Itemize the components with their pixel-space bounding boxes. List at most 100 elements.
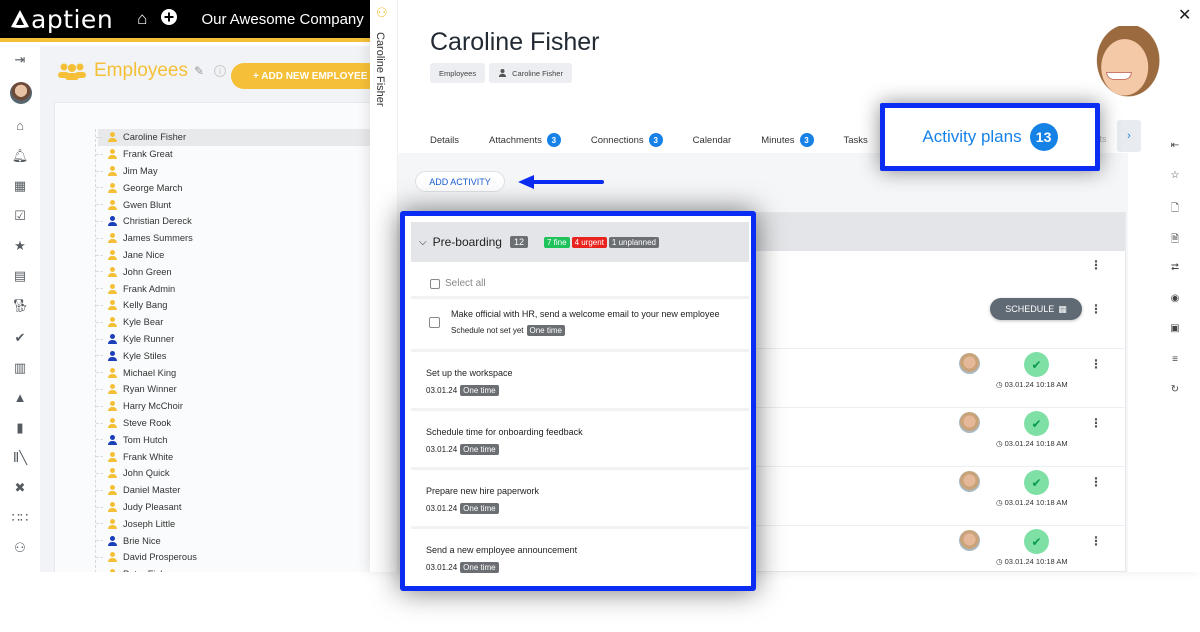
breadcrumb-employees[interactable]: Employees: [430, 63, 486, 83]
tab-calendar[interactable]: Calendar: [693, 135, 732, 146]
employee-list-item[interactable]: Ryan Winner: [96, 381, 370, 398]
person-icon: [108, 182, 117, 193]
employee-list-item[interactable]: George March: [96, 179, 370, 196]
more-vertical-icon[interactable]: ⋮: [1090, 303, 1102, 315]
add-circle-icon[interactable]: [161, 8, 178, 30]
vertical-tab[interactable]: ⚇ Caroline Fisher: [370, 0, 398, 572]
close-icon[interactable]: ✕: [1178, 5, 1191, 25]
employee-list-item[interactable]: Gwen Blunt: [96, 196, 370, 213]
tab-minutes[interactable]: Minutes 3: [761, 133, 814, 147]
activity-item[interactable]: Send a new employee announcement 03.01.24…: [411, 526, 749, 585]
employee-list-item[interactable]: Judy Pleasant: [96, 499, 370, 516]
tab-details[interactable]: Details: [430, 135, 459, 146]
clipboard-check-icon[interactable]: ☑: [0, 208, 40, 224]
home-icon[interactable]: ⌂: [0, 118, 40, 133]
employee-list-item[interactable]: Jim May: [96, 163, 370, 180]
add-new-employee-button[interactable]: + ADD NEW EMPLOYEE: [231, 63, 370, 89]
activity-item[interactable]: Prepare new hire paperwork 03.01.24 One ti…: [411, 467, 749, 526]
star-icon[interactable]: ★: [0, 238, 40, 254]
pencil-icon[interactable]: ✎: [194, 64, 204, 78]
eye-icon[interactable]: ◉: [1158, 293, 1192, 304]
grid-dots-icon[interactable]: ∷∷: [0, 510, 40, 526]
info-icon[interactable]: i: [214, 65, 227, 77]
employee-list-item[interactable]: Kelly Bang: [96, 297, 370, 314]
completed-check-icon[interactable]: ✔: [1024, 352, 1049, 377]
employee-list-item[interactable]: Frank White: [96, 448, 370, 465]
more-vertical-icon[interactable]: ⋮: [1090, 535, 1102, 547]
employee-list-item[interactable]: Kyle Runner: [96, 331, 370, 348]
employee-list-item[interactable]: John Green: [96, 263, 370, 280]
select-all-checkbox[interactable]: Select all: [430, 278, 486, 289]
bell-icon[interactable]: 🔔︎: [0, 148, 40, 164]
employee-list-item[interactable]: Michael King: [96, 364, 370, 381]
item-checkbox[interactable]: [429, 317, 440, 328]
schedule-button[interactable]: SCHEDULE ▦: [990, 298, 1082, 320]
completed-check-icon[interactable]: ✔: [1024, 529, 1049, 554]
tab-tasks[interactable]: Tasks: [844, 135, 868, 146]
tab-connections[interactable]: Connections 3: [591, 133, 663, 147]
completed-check-icon[interactable]: ✔: [1024, 411, 1049, 436]
more-vertical-icon[interactable]: ⋮: [1090, 358, 1102, 370]
employee-list-item[interactable]: Kyle Stiles: [96, 347, 370, 364]
more-vertical-icon[interactable]: ⋮: [1090, 417, 1102, 429]
employee-list-item[interactable]: Joseph Little: [96, 515, 370, 532]
sliders-icon[interactable]: ≡: [1158, 354, 1192, 365]
employee-list-item[interactable]: Daniel Master: [96, 482, 370, 499]
employee-list-item[interactable]: Brie Nice: [96, 532, 370, 549]
employee-list-item[interactable]: Frank Great: [96, 146, 370, 163]
activity-item[interactable]: Make official with HR, send a welcome em…: [411, 296, 749, 349]
user-avatar[interactable]: [10, 82, 32, 104]
tab-attachments[interactable]: Attachments 3: [489, 133, 561, 147]
activity-item[interactable]: Set up the workspace 03.01.24 One time: [411, 349, 749, 408]
employee-list-item[interactable]: Harry McChoir: [96, 398, 370, 415]
file-icon[interactable]: 🗎︎: [1158, 232, 1192, 249]
employee-list-item[interactable]: Caroline Fisher: [96, 129, 370, 146]
history-icon[interactable]: ↻: [1158, 384, 1192, 395]
profile-photo[interactable]: [1080, 26, 1166, 112]
activity-item[interactable]: Schedule time for onboarding feedback 03.…: [411, 408, 749, 467]
calendar-icon[interactable]: ▦: [0, 178, 40, 194]
team-icon[interactable]: ⚇: [0, 540, 40, 556]
file-add-icon[interactable]: 🗋︎: [1158, 201, 1192, 218]
clipboard-icon[interactable]: ▮: [0, 420, 40, 436]
document-icon[interactable]: ▤: [0, 268, 40, 284]
assignee-avatar[interactable]: [959, 471, 980, 492]
books-icon[interactable]: Ⅱ╲: [0, 450, 40, 466]
dog-icon[interactable]: 🐕︎: [0, 298, 40, 314]
home-icon[interactable]: ⌂: [137, 9, 147, 29]
assignee-avatar[interactable]: [959, 353, 980, 374]
checkbox[interactable]: [430, 278, 440, 289]
logo[interactable]: aptien: [10, 5, 113, 34]
share-icon[interactable]: ⮂: [1158, 262, 1192, 273]
employee-list-item[interactable]: Tom Hutch: [96, 431, 370, 448]
add-activity-button[interactable]: ADD ACTIVITY: [415, 171, 505, 192]
employee-list-item[interactable]: David Prosperous: [96, 549, 370, 566]
completed-check-icon[interactable]: ✔: [1024, 470, 1049, 495]
employee-list-item[interactable]: John Quick: [96, 465, 370, 482]
employee-name: Michael King: [123, 367, 177, 378]
company-name[interactable]: Our Awesome Company: [201, 11, 363, 28]
chevron-down-icon[interactable]: ⌵: [419, 237, 427, 248]
more-vertical-icon[interactable]: ⋮: [1090, 476, 1102, 488]
assignee-avatar[interactable]: [959, 530, 980, 551]
person-icon[interactable]: ▲: [0, 390, 40, 405]
collapse-arrow-icon[interactable]: ⇥: [0, 52, 40, 68]
employee-list-item[interactable]: Steve Rook: [96, 415, 370, 432]
network-icon[interactable]: ✖: [0, 480, 40, 496]
check-circle-icon[interactable]: ✔: [0, 330, 40, 346]
star-icon[interactable]: ☆: [1158, 170, 1192, 181]
more-vertical-icon[interactable]: ⋮: [1090, 259, 1102, 271]
report-icon[interactable]: ▥: [0, 360, 40, 376]
assignee-avatar[interactable]: [959, 412, 980, 433]
group-header[interactable]: ⌵ Pre-boarding 12 7 fine 4 urgent 1 unpl…: [411, 222, 749, 262]
tab-activity-plans[interactable]: Activity plans 13: [880, 103, 1100, 171]
tab-scroll-next-button[interactable]: ›: [1117, 120, 1141, 152]
employee-list-item[interactable]: Kyle Bear: [96, 314, 370, 331]
id-card-icon[interactable]: ▣: [1158, 323, 1192, 334]
breadcrumb-person[interactable]: Caroline Fisher: [489, 63, 572, 83]
employee-list-item[interactable]: James Summers: [96, 230, 370, 247]
collapse-left-icon[interactable]: ⇤: [1158, 140, 1192, 151]
employee-list-item[interactable]: Christian Dereck: [96, 213, 370, 230]
employee-list-item[interactable]: Peter Fisher: [98, 566, 370, 572]
employee-list-item[interactable]: Frank Admin: [96, 280, 370, 297]
